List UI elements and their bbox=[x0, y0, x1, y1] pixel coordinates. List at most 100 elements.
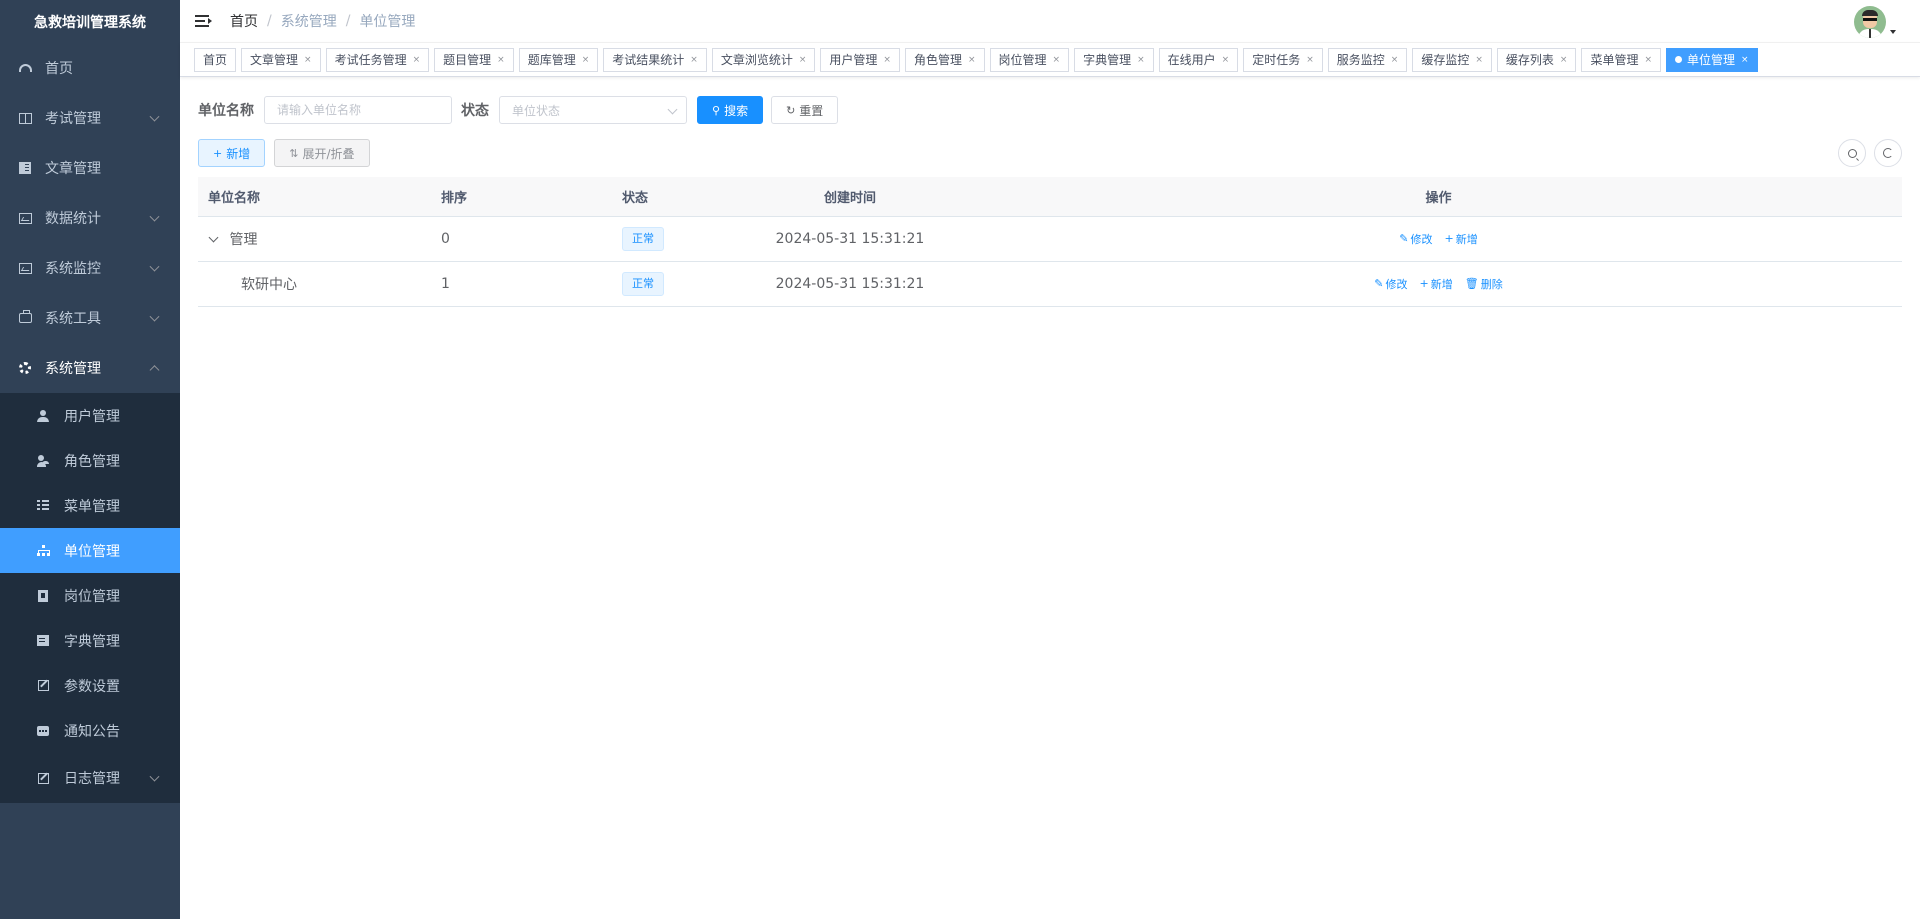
sidebar-item-article[interactable]: 文章管理 bbox=[0, 143, 180, 193]
tab-tag[interactable]: 文章浏览统计 × bbox=[711, 47, 816, 72]
refresh-icon: ↻ bbox=[786, 103, 796, 117]
close-icon[interactable]: × bbox=[968, 55, 976, 65]
close-icon[interactable]: × bbox=[1741, 55, 1749, 65]
sidebar-item-dictionary[interactable]: 字典管理 bbox=[0, 618, 180, 663]
expand-collapse-button[interactable]: ⇅ 展开/折叠 bbox=[274, 139, 370, 167]
search-button[interactable]: ⚲ 搜索 bbox=[697, 96, 764, 124]
sidebar-item-home[interactable]: 首页 bbox=[0, 43, 180, 93]
breadcrumb-home[interactable]: 首页 bbox=[230, 11, 258, 31]
trash-icon: 🗑 bbox=[1464, 277, 1479, 290]
sidebar-item-notice[interactable]: 通知公告 bbox=[0, 708, 180, 753]
tab-tag[interactable]: 用户管理 × bbox=[820, 47, 900, 72]
tab-tag-label: 用户管理 bbox=[829, 53, 878, 67]
tab-tag[interactable]: 题目管理 × bbox=[434, 47, 514, 72]
add-button[interactable]: + 新增 bbox=[198, 139, 266, 167]
add-child-link[interactable]: + 新增 bbox=[1445, 231, 1478, 247]
tab-tag[interactable]: 定时任务 × bbox=[1243, 47, 1323, 72]
chevron-down-icon bbox=[149, 111, 160, 122]
chevron-down-icon bbox=[149, 211, 160, 222]
sidebar-item-logs[interactable]: 日志管理 bbox=[0, 753, 180, 803]
caret-down-icon[interactable] bbox=[1890, 30, 1896, 34]
sidebar-item-system[interactable]: 系统管理 bbox=[0, 343, 180, 393]
chevron-down-icon[interactable] bbox=[208, 232, 219, 242]
sort-icon: ⇅ bbox=[289, 146, 299, 160]
tab-tag[interactable]: 考试结果统计 × bbox=[603, 47, 707, 72]
tab-tag[interactable]: 菜单管理 × bbox=[1581, 47, 1662, 72]
toggle-search-button[interactable] bbox=[1838, 139, 1866, 167]
sidebar-item-monitor[interactable]: 系统监控 bbox=[0, 243, 180, 293]
sidebar-item-roles[interactable]: 角色管理 bbox=[0, 438, 180, 483]
sidebar-item-menus[interactable]: 菜单管理 bbox=[0, 483, 180, 528]
tab-tag-label: 考试任务管理 bbox=[334, 53, 407, 67]
tab-tag-label: 缓存列表 bbox=[1505, 53, 1554, 67]
close-icon[interactable]: × bbox=[1053, 55, 1061, 65]
close-icon[interactable]: × bbox=[690, 55, 698, 65]
tab-tag[interactable]: 字典管理 × bbox=[1074, 47, 1154, 72]
edit-icon: ✎ bbox=[1399, 232, 1409, 245]
tab-tag[interactable]: 在线用户 × bbox=[1158, 47, 1239, 72]
refresh-button[interactable] bbox=[1874, 139, 1902, 167]
avatar[interactable] bbox=[1854, 6, 1886, 38]
tab-tag-label: 在线用户 bbox=[1167, 53, 1216, 67]
breadcrumb-current: 单位管理 bbox=[359, 14, 416, 30]
sidebar-item-tools[interactable]: 系统工具 bbox=[0, 293, 180, 343]
department-name-input[interactable] bbox=[264, 96, 452, 124]
close-icon[interactable]: × bbox=[883, 55, 891, 65]
tab-tag-label: 角色管理 bbox=[913, 53, 962, 67]
close-icon[interactable]: × bbox=[1222, 55, 1230, 65]
status-select[interactable]: 单位状态 bbox=[499, 96, 687, 124]
hamburger-icon[interactable] bbox=[195, 14, 212, 28]
delete-link[interactable]: 🗑 删除 bbox=[1465, 276, 1503, 292]
edit-link[interactable]: ✎ 修改 bbox=[1374, 276, 1407, 292]
dict-icon bbox=[36, 634, 50, 648]
close-icon[interactable]: × bbox=[304, 55, 312, 65]
close-icon[interactable]: × bbox=[1644, 55, 1652, 65]
sidebar-item-config[interactable]: 参数设置 bbox=[0, 663, 180, 708]
sidebar-item-departments[interactable]: 单位管理 bbox=[0, 528, 180, 573]
close-icon[interactable]: × bbox=[1560, 55, 1568, 65]
sidebar-item-label: 系统管理 bbox=[45, 361, 101, 377]
row-actions: ✎ 修改 + 新增 bbox=[975, 216, 1902, 262]
close-icon[interactable]: × bbox=[799, 55, 807, 65]
tab-tag[interactable]: 缓存监控 × bbox=[1412, 47, 1492, 72]
chevron-down-icon bbox=[149, 261, 160, 272]
sidebar-item-label: 考试管理 bbox=[45, 111, 101, 127]
close-icon[interactable]: × bbox=[413, 55, 421, 65]
close-icon[interactable]: × bbox=[1306, 55, 1314, 65]
add-child-link[interactable]: + 新增 bbox=[1420, 276, 1453, 292]
breadcrumb: 首页 / 系统管理 / 单位管理 bbox=[230, 11, 415, 31]
sidebar-item-exam[interactable]: 考试管理 bbox=[0, 93, 180, 143]
close-icon[interactable]: × bbox=[497, 55, 505, 65]
tab-tag[interactable]: 服务监控 × bbox=[1327, 47, 1408, 72]
tab-tag[interactable]: 单位管理 × bbox=[1666, 47, 1758, 72]
close-icon[interactable]: × bbox=[1137, 55, 1145, 65]
refresh-icon bbox=[1883, 148, 1893, 158]
tab-tag[interactable]: 题库管理 × bbox=[518, 47, 599, 72]
close-icon[interactable]: × bbox=[582, 55, 590, 65]
tab-tag[interactable]: 首页 bbox=[194, 47, 237, 72]
tab-tag[interactable]: 考试任务管理 × bbox=[325, 47, 430, 72]
active-dot-icon bbox=[1675, 56, 1683, 63]
tab-tag-label: 题库管理 bbox=[527, 53, 576, 67]
table-row: 软研中心 1 正常 2024-05-31 15:31:21 ✎ 修改 + 新增 🗑 删… bbox=[198, 261, 1902, 307]
main-area: 首页 / 系统管理 / 单位管理 首页 文章管理 × 考试任务管理 × 题目管理 × 题库管理… bbox=[180, 0, 1920, 919]
tab-tag-label: 考试结果统计 bbox=[612, 53, 685, 67]
tab-tag[interactable]: 文章管理 × bbox=[241, 47, 321, 72]
plus-icon: + bbox=[1444, 232, 1454, 245]
sidebar-item-posts[interactable]: 岗位管理 bbox=[0, 573, 180, 618]
reset-button[interactable]: ↻ 重置 bbox=[771, 96, 839, 124]
sidebar-item-label: 首页 bbox=[45, 61, 73, 77]
sidebar-item-label: 系统工具 bbox=[45, 311, 101, 327]
close-icon[interactable]: × bbox=[1475, 55, 1483, 65]
sidebar-item-statistics[interactable]: 数据统计 bbox=[0, 193, 180, 243]
row-created: 2024-05-31 15:31:21 bbox=[725, 261, 975, 307]
sidebar-item-users[interactable]: 用户管理 bbox=[0, 393, 180, 438]
tab-tag[interactable]: 角色管理 × bbox=[904, 47, 985, 72]
row-sort: 0 bbox=[431, 216, 612, 262]
close-icon[interactable]: × bbox=[1391, 55, 1399, 65]
status-badge: 正常 bbox=[622, 271, 664, 296]
breadcrumb-system: 系统管理 bbox=[280, 14, 337, 30]
edit-link[interactable]: ✎ 修改 bbox=[1399, 231, 1432, 247]
tab-tag[interactable]: 缓存列表 × bbox=[1496, 47, 1577, 72]
tab-tag[interactable]: 岗位管理 × bbox=[989, 47, 1070, 72]
